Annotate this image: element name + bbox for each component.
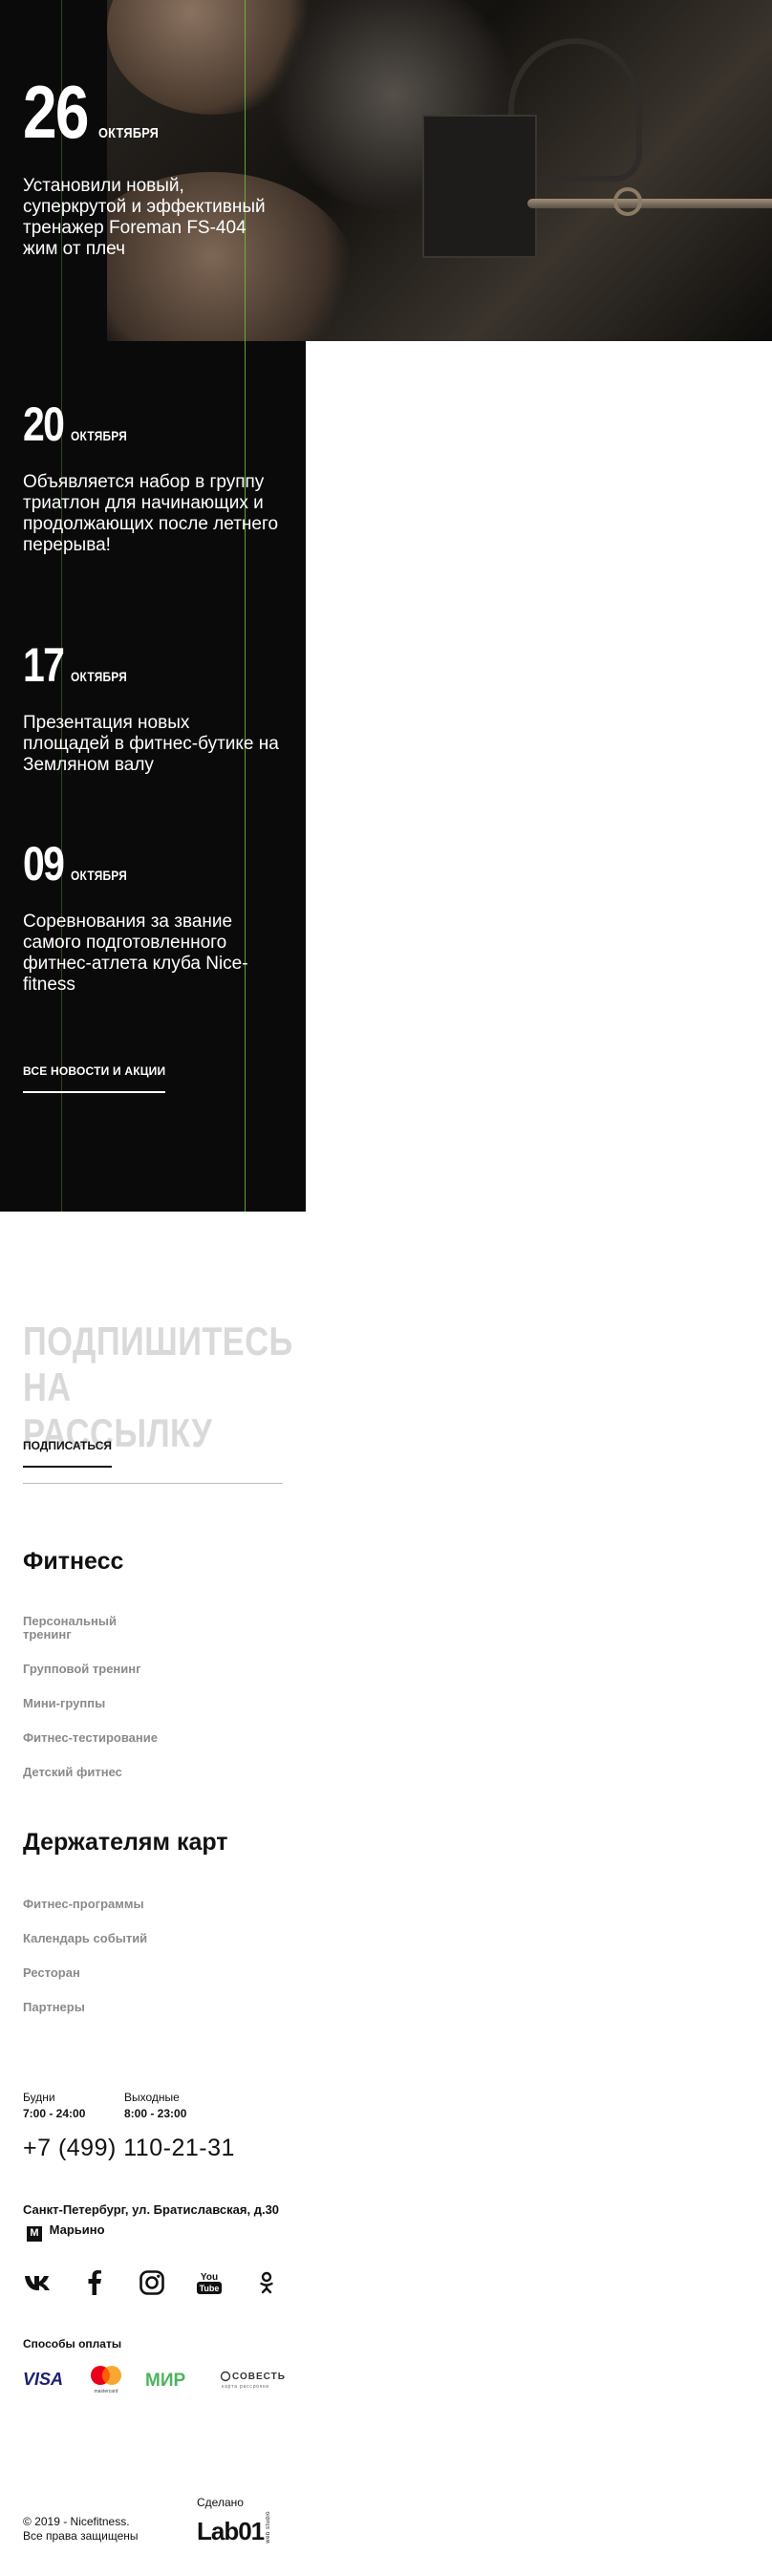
lab01-logo-subtext: web studio [266, 2511, 272, 2544]
payment-methods: VISA mastercard МИР СОВЕСТЬ карта рассро… [23, 2364, 311, 2394]
social-links: You Tube [23, 2268, 281, 2297]
youtube-logo-you: You [201, 2272, 218, 2283]
instagram-icon[interactable] [138, 2268, 166, 2297]
news-title[interactable]: Объявляется набор в группу триатлон для … [23, 472, 281, 556]
lab01-logo-text: Lab01 [197, 2516, 265, 2545]
sovest-logo-subtext: карта рассрочки [222, 2384, 269, 2390]
news-month: ОКТЯБРЯ [70, 669, 127, 684]
menu-item-fitness-testing[interactable]: Фитнес-тестирование [23, 1731, 176, 1745]
news-item[interactable]: 20 ОКТЯБРЯ Объявляется набор в группу тр… [23, 399, 281, 556]
all-news-link[interactable]: ВСЕ НОВОСТИ И АКЦИИ [23, 1064, 166, 1093]
metro-station: Марьино [49, 2222, 105, 2237]
news-day: 09 [23, 837, 65, 891]
mastercard-logo-text: mastercard [94, 2389, 118, 2394]
address: Санкт-Петербург, ул. Братиславская, д.30… [23, 2200, 300, 2242]
news-title[interactable]: Презентация новых площадей в фитнес-бути… [23, 713, 281, 776]
odnoklassniki-icon[interactable] [252, 2268, 281, 2297]
address-street: Санкт-Петербург, ул. Братиславская, д.30 [23, 2202, 280, 2217]
youtube-icon[interactable]: You Tube [195, 2268, 224, 2297]
news-title[interactable]: Установили новый, суперкрутой и эффектив… [23, 176, 281, 260]
youtube-logo-tube: Tube [200, 2284, 220, 2293]
menu-item-fitness-programs[interactable]: Фитнес-программы [23, 1898, 214, 1911]
copyright-rights: Все права защищены [23, 2529, 139, 2543]
hero-machine-shape [422, 115, 537, 258]
payment-methods-title: Способы оплаты [23, 2337, 122, 2351]
news-date: 26 ОКТЯБРЯ [23, 75, 281, 149]
news-month: ОКТЯБРЯ [97, 125, 159, 141]
mastercard-logo: mastercard [88, 2364, 124, 2394]
card-holders-menu: Фитнес-программы Календарь событий Ресто… [23, 1898, 214, 2035]
vk-icon[interactable] [23, 2268, 52, 2297]
subscribe-title: ПОДПИШИТЕСЬ НА РАССЫЛКУ [23, 1319, 293, 1455]
news-date: 17 ОКТЯБРЯ [23, 640, 281, 690]
sovest-logo: СОВЕСТЬ карта рассрочки [220, 2369, 290, 2390]
visa-logo-text: VISA [23, 2371, 63, 2388]
metro-icon: М [27, 2225, 42, 2242]
news-section: 26 ОКТЯБРЯ Установили новый, суперкрутой… [0, 0, 772, 1212]
lab01-logo: Lab01 web studio [197, 2511, 271, 2544]
menu-item-personal-training[interactable]: Персональный тренинг [23, 1615, 138, 1642]
news-item[interactable]: 26 ОКТЯБРЯ Установили новый, суперкрутой… [23, 75, 281, 260]
menu-item-events-calendar[interactable]: Календарь событий [23, 1932, 214, 1945]
subscribe-button[interactable]: ПОДПИСАТЬСЯ [23, 1439, 112, 1468]
menu-item-partners[interactable]: Партнеры [23, 2001, 214, 2014]
developer-credit[interactable]: Сделано Lab01 web studio [197, 2496, 271, 2544]
divider [23, 1483, 283, 1484]
news-item[interactable]: 09 ОКТЯБРЯ Соревнования за звание самого… [23, 839, 281, 996]
news-month: ОКТЯБРЯ [70, 868, 127, 883]
news-day: 20 [23, 397, 65, 451]
news-item[interactable]: 17 ОКТЯБРЯ Презентация новых площадей в … [23, 640, 281, 776]
news-day: 26 [23, 70, 90, 154]
hero-rod-shape [527, 199, 772, 208]
phone-link[interactable]: +7 (499) 110-21-31 [23, 2135, 235, 2162]
weekday-label: Будни [23, 2091, 55, 2104]
news-month: ОКТЯБРЯ [70, 428, 127, 443]
menu-item-group-training[interactable]: Групповой тренинг [23, 1663, 176, 1676]
made-by-label: Сделано [197, 2496, 244, 2509]
facebook-icon[interactable] [80, 2268, 109, 2297]
weekday-hours: Будни 7:00 - 24:00 [23, 2091, 85, 2120]
weekday-value: 7:00 - 24:00 [23, 2107, 86, 2120]
menu-item-kids-fitness[interactable]: Детский фитнес [23, 1766, 176, 1779]
news-date: 09 ОКТЯБРЯ [23, 839, 281, 889]
copyright-line: © 2019 - Nicefitness. [23, 2515, 130, 2528]
weekend-hours: Выходные 8:00 - 23:00 [124, 2091, 186, 2120]
menu-item-mini-groups[interactable]: Мини-группы [23, 1697, 176, 1710]
mir-logo: МИР [145, 2371, 199, 2388]
fitness-menu: Персональный тренинг Групповой тренинг М… [23, 1615, 176, 1800]
menu-item-restaurant[interactable]: Ресторан [23, 1966, 214, 1980]
news-date: 20 ОКТЯБРЯ [23, 399, 281, 449]
weekend-label: Выходные [124, 2091, 180, 2104]
copyright: © 2019 - Nicefitness. Все права защищены [23, 2515, 139, 2544]
hero-ring-shape [613, 187, 642, 216]
card-holders-menu-title: Держателям карт [23, 1829, 228, 1856]
visa-logo: VISA [23, 2371, 67, 2388]
fitness-menu-title: Фитнесс [23, 1548, 124, 1575]
news-day: 17 [23, 638, 65, 692]
sovest-logo-text: СОВЕСТЬ [232, 2372, 286, 2382]
news-title[interactable]: Соревнования за звание самого подготовле… [23, 912, 281, 996]
mir-logo-text: МИР [145, 2371, 185, 2388]
weekend-value: 8:00 - 23:00 [124, 2107, 187, 2120]
